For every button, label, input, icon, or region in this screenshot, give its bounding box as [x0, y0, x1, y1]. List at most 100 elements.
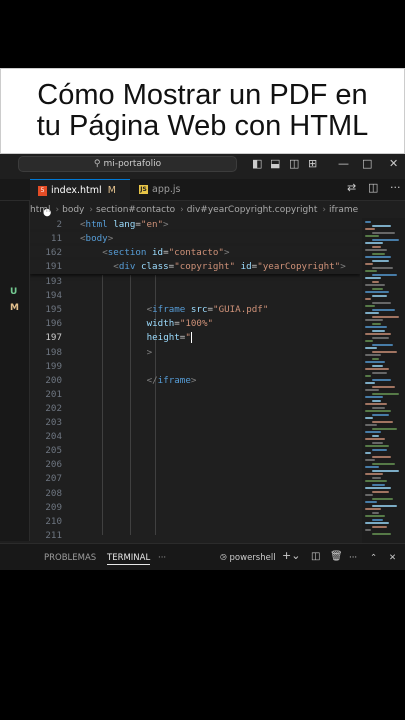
- maximize-panel-icon[interactable]: ⌃: [370, 552, 377, 564]
- code-editor[interactable]: 193 194 195 <iframe src="GUIA.pdf" 196 width=…: [30, 218, 360, 543]
- code-line[interactable]: 210: [30, 515, 360, 529]
- customize-layout-icon[interactable]: ⊞: [308, 156, 317, 172]
- code-line[interactable]: 207: [30, 472, 360, 486]
- minimap-line: [372, 490, 389, 493]
- code-line[interactable]: 195 <iframe src="GUIA.pdf": [30, 303, 360, 317]
- code-line[interactable]: 194: [30, 289, 360, 303]
- toggle-panel-icon[interactable]: ⬓: [270, 156, 280, 172]
- html5-icon: 5: [38, 185, 47, 196]
- shell-name: powershell: [229, 553, 276, 563]
- minimap-line: [365, 277, 381, 279]
- minimap-line: [365, 466, 379, 468]
- split-terminal-icon[interactable]: ◫: [311, 551, 320, 563]
- minimap-line: [365, 305, 375, 307]
- toggle-sidebar-icon[interactable]: ◧: [252, 156, 262, 172]
- minimap-line: [372, 231, 395, 234]
- code-line[interactable]: 209: [30, 501, 360, 515]
- breadcrumb-html[interactable]: html: [30, 205, 51, 215]
- minimap-line: [365, 291, 389, 293]
- minimap-line: [372, 420, 393, 423]
- breadcrumb: html › body › section#contacto › div#yearCopyr…: [30, 205, 359, 215]
- close-panel-icon[interactable]: ✕: [389, 552, 396, 564]
- code-line[interactable]: 11 <body>: [30, 232, 360, 247]
- tab-app-js[interactable]: JS app.js: [131, 179, 203, 201]
- tab-terminal[interactable]: TERMINAL: [107, 552, 151, 565]
- minimap-line: [372, 322, 381, 325]
- minimap-line: [372, 329, 385, 332]
- minimap-line: [372, 448, 387, 451]
- code-line[interactable]: 203: [30, 416, 360, 430]
- breadcrumb-body[interactable]: body: [62, 205, 84, 215]
- code-line[interactable]: 205: [30, 444, 360, 458]
- trash-icon[interactable]: 🗑: [330, 551, 343, 563]
- minimap-line: [365, 494, 373, 496]
- compare-changes-icon[interactable]: ⇄: [347, 181, 356, 194]
- more-actions-icon[interactable]: ···: [390, 181, 401, 194]
- minimap-line: [372, 224, 391, 227]
- code-line[interactable]: 162 <section id="contacto">: [30, 246, 360, 261]
- minimap-line: [365, 417, 373, 419]
- minimap-line: [365, 403, 387, 405]
- maximize-icon[interactable]: □: [362, 156, 372, 172]
- more-icon[interactable]: ···: [349, 552, 357, 564]
- minimap-line: [365, 487, 391, 489]
- new-terminal-icon[interactable]: +⌄: [282, 550, 300, 562]
- minimap-line: [365, 396, 383, 398]
- terminal-selector[interactable]: ⧁ powershell: [220, 552, 276, 564]
- line-number: 210: [45, 515, 62, 527]
- minimap-line: [365, 249, 387, 251]
- tab-label: index.html: [51, 185, 102, 196]
- minimap-line: [372, 308, 395, 311]
- minimap-line: [372, 252, 385, 255]
- minimap-line: [372, 294, 387, 297]
- git-untracked-marker: U: [10, 287, 18, 297]
- minimap[interactable]: [362, 218, 405, 543]
- code-line[interactable]: 196 width="100%": [30, 317, 360, 331]
- code-line[interactable]: 211: [30, 529, 360, 543]
- modified-badge: M: [107, 185, 116, 196]
- title-banner: Cómo Mostrar un PDF en tu Página Web con…: [0, 68, 405, 154]
- minimap-line: [372, 525, 387, 528]
- minimap-line: [372, 392, 399, 395]
- line-number: 202: [45, 402, 62, 414]
- code-line[interactable]: 198 >: [30, 346, 360, 360]
- text-cursor: [190, 332, 192, 344]
- code-line[interactable]: 191 <div class="copyright" id="yearCopyri…: [30, 260, 360, 275]
- minimap-line: [365, 501, 377, 503]
- minimap-line: [372, 518, 383, 521]
- code-line[interactable]: 208: [30, 487, 360, 501]
- minimap-line: [372, 413, 389, 416]
- minimap-line: [365, 375, 371, 377]
- code-line[interactable]: 193: [30, 275, 360, 289]
- minimize-icon[interactable]: —: [338, 156, 349, 172]
- code-text: <div class="copyright" id="yearCopyright…: [113, 261, 346, 273]
- line-number: 200: [45, 374, 62, 386]
- breadcrumb-iframe[interactable]: iframe: [329, 205, 358, 215]
- code-line[interactable]: 199: [30, 360, 360, 374]
- minimap-line: [372, 504, 397, 507]
- code-line[interactable]: 206: [30, 458, 360, 472]
- tab-index-html[interactable]: 5 index.html M ●: [30, 179, 130, 218]
- toggle-secondary-sidebar-icon[interactable]: ◫: [289, 156, 299, 172]
- close-icon[interactable]: ✕: [389, 156, 398, 172]
- tab-problemas[interactable]: PROBLEMAS: [44, 552, 96, 564]
- code-line[interactable]: 202: [30, 402, 360, 416]
- code-line[interactable]: 200 </iframe>: [30, 374, 360, 388]
- code-line[interactable]: 2 <html lang="en">: [30, 218, 360, 232]
- command-center-search[interactable]: ⚲ mi-portafolio: [18, 156, 237, 172]
- code-line[interactable]: 197 height=": [30, 331, 360, 345]
- line-number: 211: [45, 529, 62, 541]
- line-number: 2: [56, 219, 62, 230]
- breadcrumb-div[interactable]: div#yearCopyright.copyright: [187, 205, 318, 215]
- line-number: 201: [45, 388, 62, 400]
- minimap-line: [365, 298, 371, 300]
- split-editor-icon[interactable]: ◫: [368, 181, 378, 194]
- code-line[interactable]: 201: [30, 388, 360, 402]
- code-line[interactable]: 204: [30, 430, 360, 444]
- breadcrumb-section[interactable]: section#contacto: [96, 205, 175, 215]
- minimap-line: [372, 343, 393, 346]
- line-number: 206: [45, 459, 62, 471]
- code-text: >: [146, 346, 153, 358]
- minimap-line: [365, 263, 373, 265]
- panel-more-icon[interactable]: ···: [158, 552, 166, 564]
